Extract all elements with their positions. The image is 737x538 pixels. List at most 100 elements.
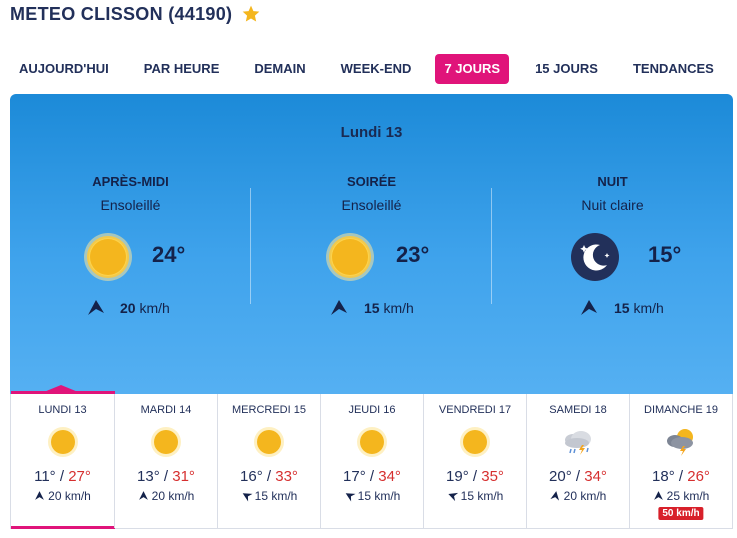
day-temperatures: 19° / 35°: [424, 468, 526, 485]
period-condition: Nuit claire: [581, 197, 644, 213]
active-day-pointer: [39, 385, 83, 394]
wind-unit: km/h: [168, 489, 195, 503]
min-temp: 11°: [34, 468, 56, 485]
period-soiree: SOIRÉE Ensoleillé 23° 15 km/h: [251, 174, 492, 334]
wind-speed: 15: [357, 489, 371, 503]
wind-speed: 15: [364, 300, 380, 316]
day-name: SAMEDI 18: [549, 404, 607, 416]
min-temp: 16°: [240, 468, 263, 485]
day-detail-panel: Lundi 13 APRÈS-MIDI Ensoleillé 24° 20 km…: [10, 94, 733, 394]
sun-icon: [47, 426, 79, 458]
day-wind: 20 km/h: [115, 489, 217, 503]
wind-unit: km/h: [271, 489, 298, 503]
sun-icon: [356, 426, 388, 458]
wind-direction-icon: [138, 491, 148, 500]
sun-icon: [83, 232, 133, 282]
day-wind: 15 km/h: [218, 489, 320, 503]
forecast-tabs: AUJOURD'HUI PAR HEURE DEMAIN WEEK-END 7 …: [10, 54, 723, 84]
day-wind: 15 km/h: [321, 489, 423, 503]
tab-tendances[interactable]: TENDANCES: [624, 54, 723, 84]
page-header: METEO CLISSON (44190): [10, 2, 261, 26]
day-card-jeudi[interactable]: JEUDI 16 17° / 34° 15 km/h: [320, 394, 423, 528]
star-icon[interactable]: [241, 4, 261, 24]
wind-unit: km/h: [139, 300, 170, 316]
day-temperatures: 20° / 34°: [527, 468, 629, 485]
wind-speed: 15: [254, 489, 268, 503]
max-temp: 26°: [687, 468, 710, 485]
temp-separator: /: [472, 468, 478, 485]
day-card-vendredi[interactable]: VENDREDI 17 19° / 35° 15 km/h: [423, 394, 526, 528]
period-name: NUIT: [597, 174, 628, 189]
tab-aujourdhui[interactable]: AUJOURD'HUI: [10, 54, 118, 84]
temp-separator: /: [59, 468, 65, 485]
day-temperatures: 17° / 34°: [321, 468, 423, 485]
day-strip: LUNDI 13 11° / 27° 20 km/h MARDI 14 13° …: [10, 385, 733, 529]
max-temp: 33°: [275, 468, 298, 485]
temp-separator: /: [369, 468, 375, 485]
wind-speed: 20: [151, 489, 165, 503]
wind-unit: km/h: [683, 489, 710, 503]
day-name: LUNDI 13: [38, 404, 87, 416]
wind-speed: 20: [48, 489, 62, 503]
wind-speed: 25: [666, 489, 680, 503]
tab-demain[interactable]: DEMAIN: [245, 54, 314, 84]
max-temp: 35°: [481, 468, 504, 485]
wind-unit: km/h: [477, 489, 504, 503]
max-temp: 27°: [68, 468, 91, 485]
day-name: MARDI 14: [140, 404, 192, 416]
sun-storm-cloud-icon: [665, 426, 697, 458]
day-wind: 20 km/h: [11, 489, 114, 503]
wind-unit: km/h: [580, 489, 607, 503]
wind-direction-icon: [331, 300, 347, 315]
day-name: DIMANCHE 19: [644, 404, 718, 416]
day-card-mercredi[interactable]: MERCREDI 15 16° / 33° 15 km/h: [217, 394, 320, 528]
period-temperature: 23°: [396, 242, 430, 267]
period-wind: 15 km/h: [492, 298, 733, 318]
wind-direction-icon: [345, 493, 356, 502]
day-name: JEUDI 16: [348, 404, 396, 416]
page-title: METEO CLISSON (44190): [10, 3, 233, 24]
sun-icon: [459, 426, 491, 458]
period-temperature: 24°: [152, 242, 186, 267]
day-name: MERCREDI 15: [232, 404, 306, 416]
day-temperatures: 11° / 27°: [11, 468, 114, 485]
max-temp: 34°: [378, 468, 401, 485]
moon-stars-icon: [570, 232, 620, 282]
wind-direction-icon: [581, 300, 597, 315]
day-temperatures: 18° / 26°: [630, 468, 732, 485]
min-temp: 13°: [137, 468, 160, 485]
day-card-lundi[interactable]: LUNDI 13 11° / 27° 20 km/h: [11, 385, 115, 529]
tab-7-jours[interactable]: 7 JOURS: [435, 54, 510, 84]
period-name: APRÈS-MIDI: [92, 174, 169, 189]
day-card-samedi[interactable]: SAMEDI 18 20° / 34° 20 km/h: [526, 394, 629, 528]
period-apres-midi: APRÈS-MIDI Ensoleillé 24° 20 km/h: [10, 174, 251, 334]
wind-direction-icon: [653, 491, 663, 500]
wind-unit: km/h: [64, 489, 91, 503]
sun-icon: [253, 426, 285, 458]
day-temperatures: 16° / 33°: [218, 468, 320, 485]
sun-icon: [325, 232, 375, 282]
wind-speed: 15: [614, 300, 630, 316]
tab-week-end[interactable]: WEEK-END: [332, 54, 421, 84]
period-name: SOIRÉE: [346, 174, 397, 189]
max-temp: 31°: [172, 468, 195, 485]
wind-direction-icon: [242, 493, 253, 502]
min-temp: 20°: [549, 468, 572, 485]
tab-par-heure[interactable]: PAR HEURE: [135, 54, 229, 84]
day-wind: 15 km/h: [424, 489, 526, 503]
day-card-dimanche[interactable]: DIMANCHE 19 18° / 26° 25 km/h 50 km/h: [629, 394, 732, 528]
wind-direction-icon: [550, 491, 559, 501]
wind-speed: 20: [563, 489, 577, 503]
temp-separator: /: [575, 468, 581, 485]
storm-cloud-icon: [562, 426, 594, 458]
period-temperature: 15°: [648, 242, 682, 267]
wind-unit: km/h: [633, 300, 664, 316]
wind-unit: km/h: [374, 489, 401, 503]
min-temp: 18°: [652, 468, 675, 485]
wind-speed: 20: [120, 300, 136, 316]
wind-unit: km/h: [383, 300, 414, 316]
tab-15-jours[interactable]: 15 JOURS: [526, 54, 607, 84]
sun-icon: [150, 426, 182, 458]
day-card-mardi[interactable]: MARDI 14 13° / 31° 20 km/h: [114, 394, 217, 528]
day-wind: 20 km/h: [527, 489, 629, 503]
